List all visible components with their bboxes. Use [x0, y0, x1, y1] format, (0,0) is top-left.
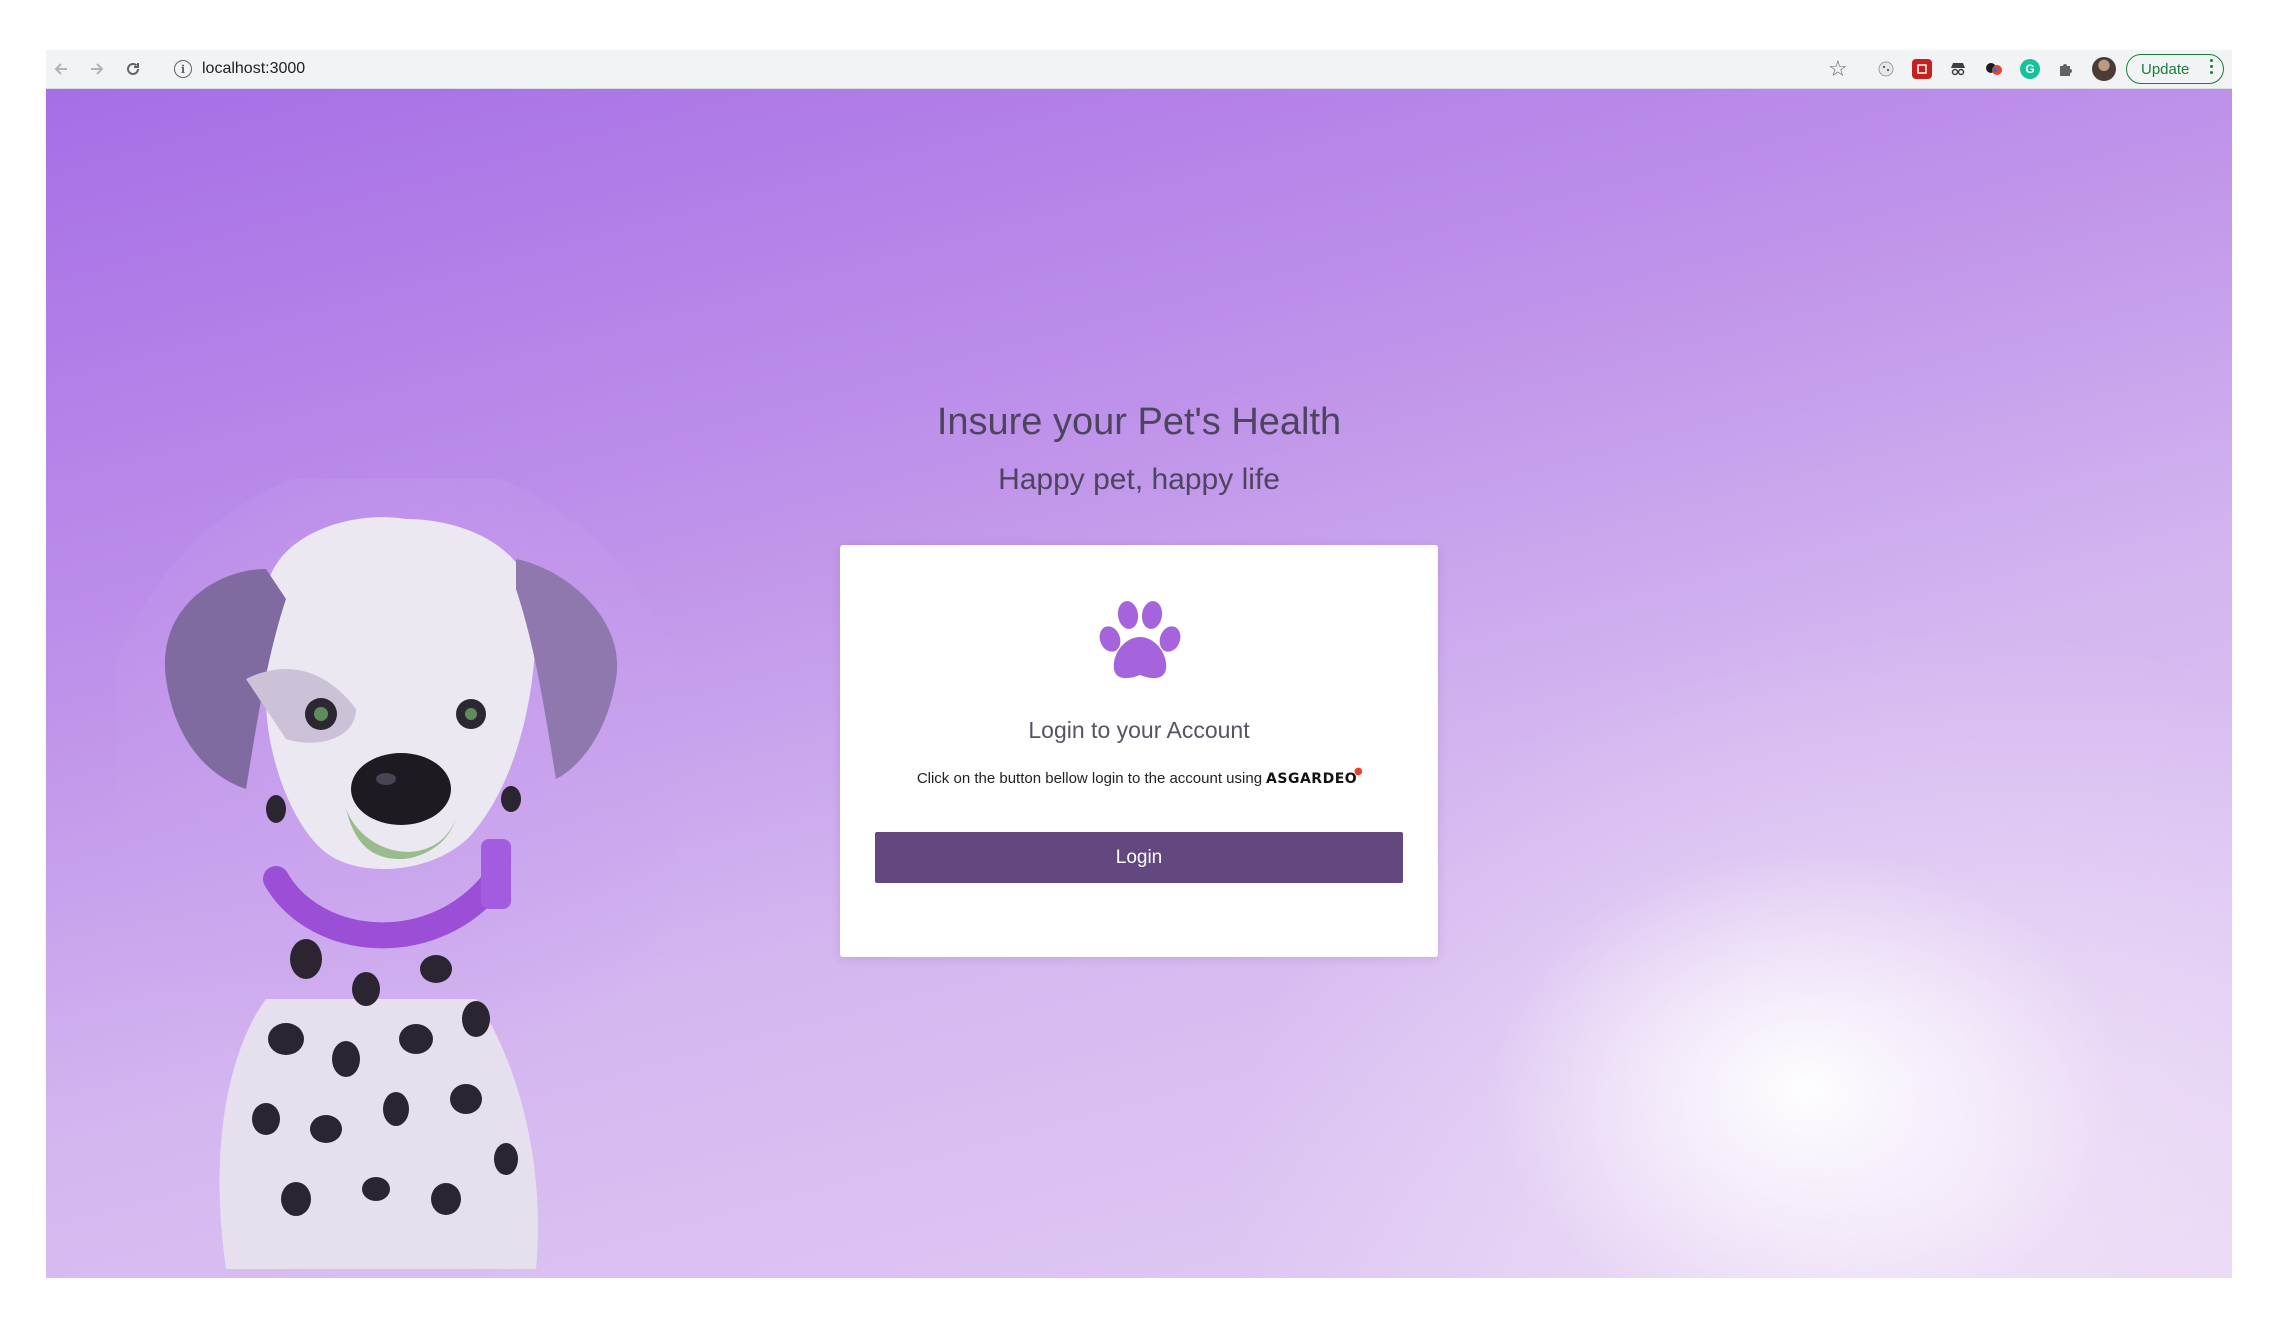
- info-icon[interactable]: i: [174, 60, 192, 78]
- star-icon[interactable]: ☆: [1828, 56, 1848, 82]
- paw-icon: [1099, 601, 1181, 679]
- update-label: Update: [2141, 60, 2190, 78]
- address-bar[interactable]: i localhost:3000: [170, 53, 1908, 85]
- page-subtitle: Happy pet, happy life: [998, 463, 1280, 496]
- grammarly-icon[interactable]: G: [2020, 59, 2040, 79]
- asgardeo-logo: ASGARDEO ●: [1266, 765, 1364, 787]
- reload-icon: [127, 62, 139, 75]
- update-button[interactable]: Update: [2126, 54, 2224, 84]
- page-title: Insure your Pet's Health: [936, 401, 1342, 443]
- reload-button[interactable]: [118, 54, 148, 84]
- extension-cookie-icon[interactable]: [1876, 59, 1896, 79]
- dalmatian-image: [116, 479, 676, 1269]
- back-button[interactable]: [46, 54, 76, 84]
- card-title: Login to your Account: [1028, 717, 1250, 743]
- more-icon[interactable]: [2209, 59, 2213, 74]
- extension-spy-icon[interactable]: [1948, 59, 1968, 79]
- browser-window: i localhost:3000 ☆ G Update Insure your …: [46, 50, 2232, 1278]
- url-text: localhost:3000: [202, 60, 306, 77]
- extension-red-icon[interactable]: [1912, 59, 1932, 79]
- page-viewport: Insure your Pet's Health Happy pet, happ…: [46, 89, 2232, 1278]
- browser-toolbar: i localhost:3000 ☆ G Update: [46, 50, 2232, 89]
- card-description-text: Click on the button bellow login to the …: [916, 770, 1263, 787]
- arrow-left-icon: [54, 63, 67, 75]
- login-button[interactable]: Login: [875, 832, 1403, 883]
- card-description: Click on the button bellow login to the …: [840, 765, 1438, 788]
- asgardeo-logo-text: ASGARDEO: [1266, 770, 1358, 787]
- extension-toggle-icon[interactable]: [1984, 59, 2004, 79]
- profile-avatar[interactable]: [2092, 57, 2116, 81]
- puzzle-icon[interactable]: [2056, 59, 2076, 79]
- login-card: Login to your Account Click on the butto…: [840, 545, 1438, 957]
- arrow-right-icon: [91, 63, 104, 75]
- forward-button[interactable]: [82, 54, 112, 84]
